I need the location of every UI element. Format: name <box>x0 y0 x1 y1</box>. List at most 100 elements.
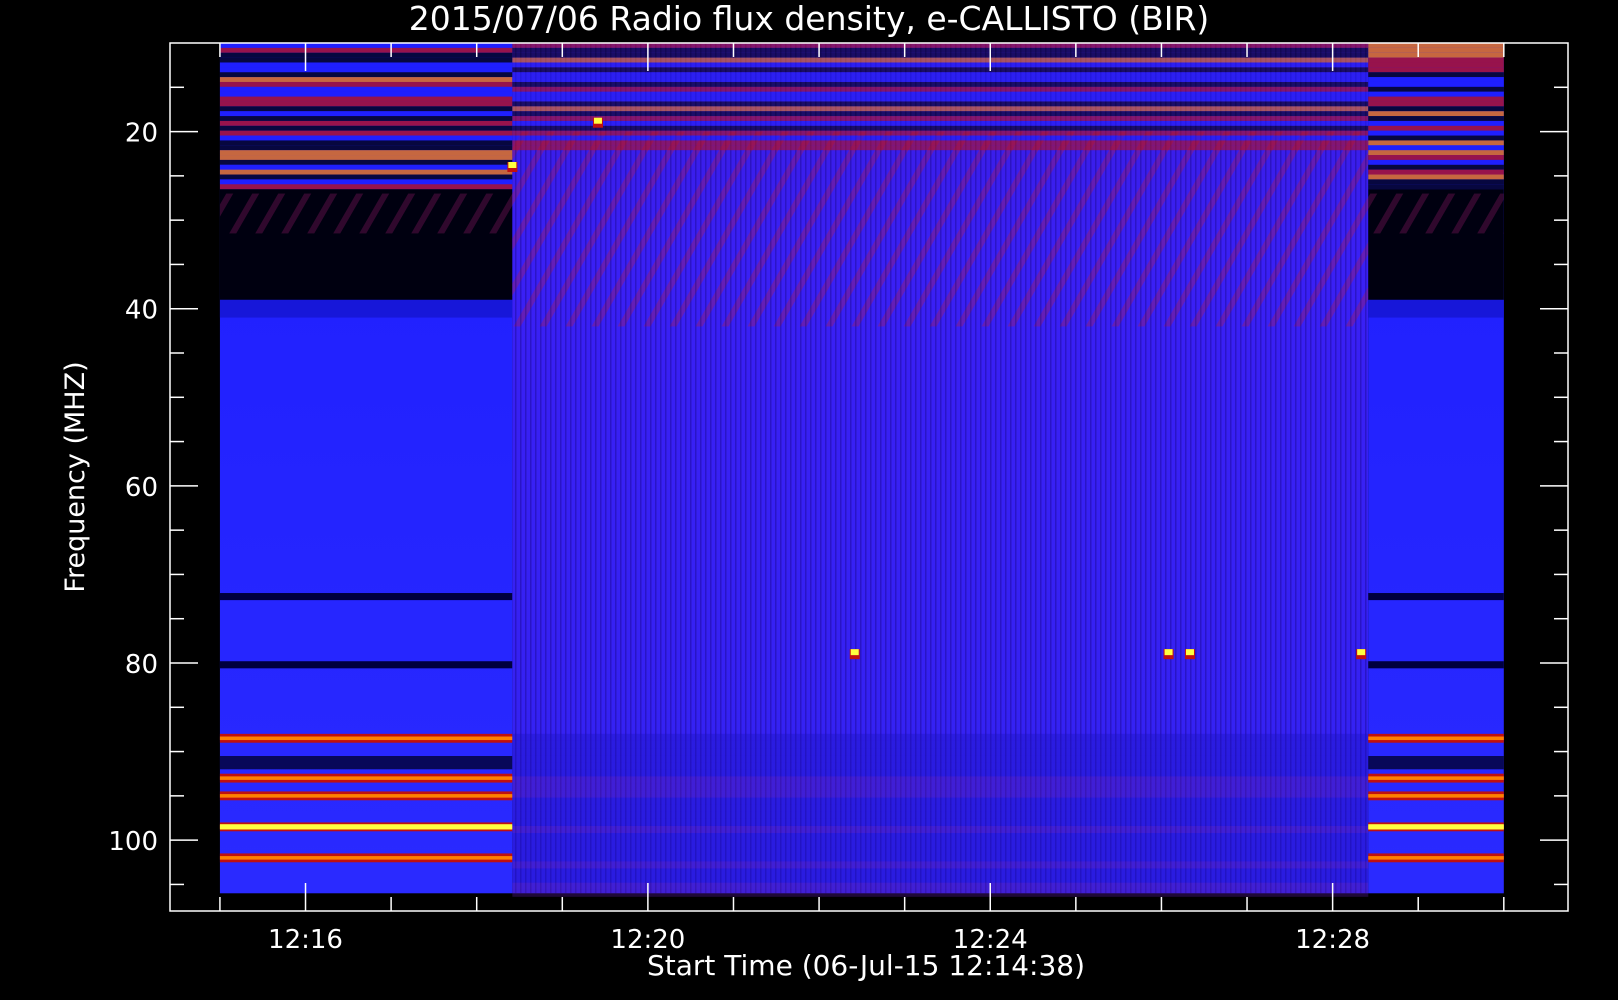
noise-row <box>512 861 1369 869</box>
noise-row <box>512 101 1369 107</box>
noise-row <box>219 130 513 136</box>
y-tick-label: 100 <box>108 827 158 857</box>
noise-row <box>512 125 1369 131</box>
noise-row <box>512 875 1369 883</box>
noise-row <box>1368 86 1504 92</box>
noise-row <box>512 81 1369 87</box>
hot-spot-core <box>1164 649 1173 656</box>
noise-row <box>219 106 513 112</box>
x-axis-label: Start Time (06-Jul-15 12:14:38) <box>647 949 1085 982</box>
noise-row <box>219 52 513 58</box>
noise-row <box>219 164 513 170</box>
noise-row <box>219 86 513 92</box>
y-axis-label: Frequency (MHZ) <box>60 361 91 592</box>
dark-band <box>1368 593 1504 601</box>
noise-row <box>1368 130 1504 136</box>
dark-band <box>219 593 513 601</box>
noise-row <box>219 72 513 78</box>
noise-row <box>512 882 1369 890</box>
noise-row <box>219 140 513 146</box>
spectrogram-chart: 2015/07/06 Radio flux density, e-CALLIST… <box>60 0 1569 982</box>
intense-band-core <box>1368 856 1504 860</box>
hot-spot-core <box>1357 649 1366 656</box>
noise-row <box>1368 155 1504 160</box>
noise-row <box>1368 77 1504 82</box>
noise-row <box>1368 140 1504 146</box>
noise-row <box>1368 91 1504 97</box>
noise-row <box>512 116 1369 121</box>
noise-row <box>512 783 1369 791</box>
intense-band-peak <box>1368 824 1504 830</box>
noise-row <box>219 135 513 141</box>
noise-row <box>219 91 513 97</box>
noise-row <box>1368 67 1504 73</box>
y-tick-label: 60 <box>125 473 158 503</box>
noise-row <box>512 47 1369 53</box>
noise-row <box>219 120 513 126</box>
noise-row <box>1368 111 1504 117</box>
noise-row <box>219 96 513 102</box>
noise-row <box>1368 150 1504 156</box>
noise-row <box>219 101 513 107</box>
noise-row <box>219 57 513 63</box>
noise-row <box>512 804 1369 812</box>
segment-edge <box>219 299 513 318</box>
intense-band-core <box>219 736 513 741</box>
y-tick-label: 40 <box>125 296 158 326</box>
intense-band-peak <box>219 824 513 830</box>
y-tick-label: 20 <box>125 119 158 149</box>
noise-row <box>512 818 1369 826</box>
noise-row <box>512 889 1369 897</box>
dark-band <box>219 756 513 770</box>
noise-row <box>512 91 1369 97</box>
y-tick-label: 80 <box>125 650 158 680</box>
noise-row <box>219 179 513 185</box>
noise-row <box>219 184 513 190</box>
noise-row <box>1368 179 1504 185</box>
noise-row <box>219 67 513 73</box>
noise-row <box>1368 184 1504 190</box>
noise-row <box>1368 169 1504 175</box>
noise-row <box>219 159 513 165</box>
noise-row <box>219 62 513 68</box>
noise-row <box>512 52 1369 58</box>
dark-band <box>1368 661 1504 669</box>
noise-row <box>512 762 1369 770</box>
dark-band <box>219 661 513 669</box>
noise-row <box>1368 62 1504 68</box>
noise-row <box>219 169 513 175</box>
hot-spot-core <box>1185 649 1194 656</box>
noise-row <box>512 840 1369 848</box>
noise-row <box>219 77 513 82</box>
noise-row <box>512 96 1369 102</box>
noise-row <box>219 116 513 121</box>
noise-row <box>1368 57 1504 63</box>
segment-streaks <box>1368 193 1504 234</box>
noise-row <box>512 797 1369 805</box>
noise-row <box>1368 125 1504 131</box>
noise-row <box>512 120 1369 126</box>
intense-band-core <box>1368 794 1504 798</box>
noise-row <box>512 135 1369 141</box>
noise-row <box>1368 164 1504 170</box>
noise-row <box>1368 174 1504 180</box>
intense-band-core <box>219 856 513 860</box>
noise-row <box>512 740 1369 749</box>
hot-spot-core <box>508 162 517 168</box>
noise-row <box>512 62 1369 68</box>
noise-row <box>219 174 513 180</box>
intense-band-core <box>219 776 513 780</box>
noise-row <box>1368 106 1504 112</box>
x-tick-label: 12:16 <box>268 925 343 955</box>
noise-row <box>512 748 1369 756</box>
noise-row <box>1368 135 1504 141</box>
chart-title: 2015/07/06 Radio flux density, e-CALLIST… <box>409 0 1210 38</box>
noise-row <box>512 811 1369 819</box>
hot-spot-core <box>850 649 859 656</box>
noise-row <box>512 67 1369 73</box>
noise-row <box>512 57 1369 63</box>
noise-row <box>1368 101 1504 107</box>
noise-row <box>512 776 1369 784</box>
noise-row <box>512 106 1369 112</box>
hot-spot-core <box>593 117 602 124</box>
